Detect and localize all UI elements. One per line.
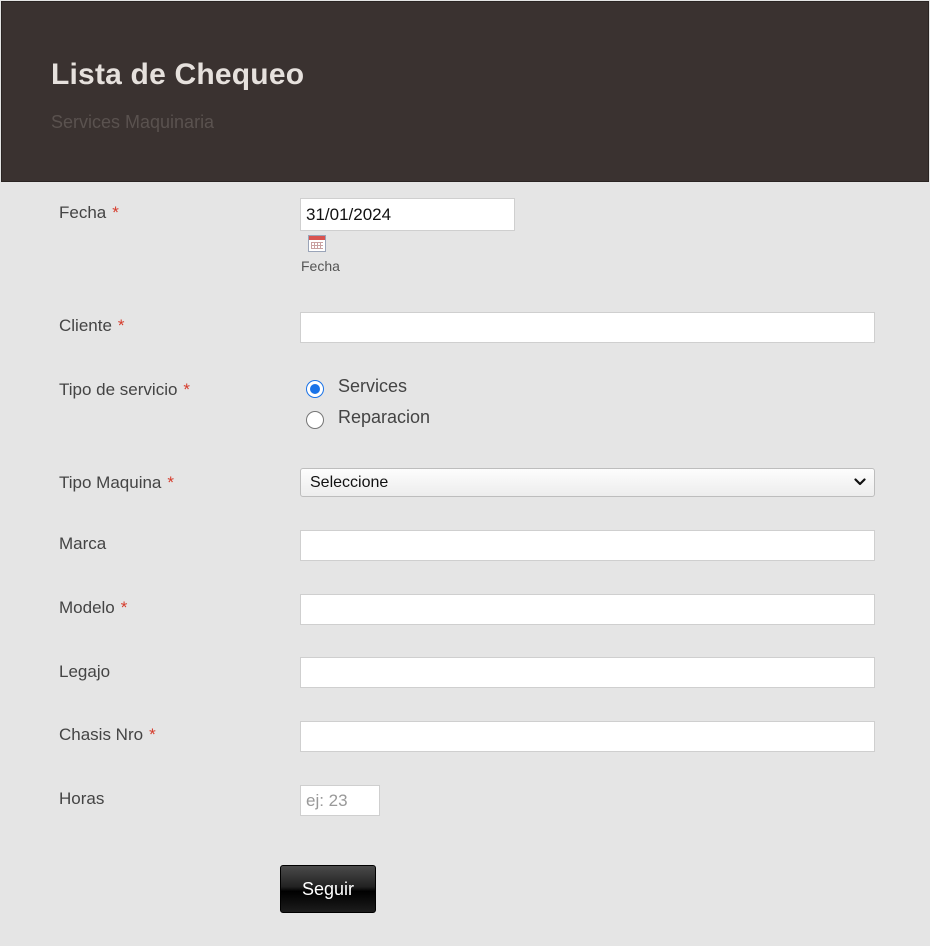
calendar-icon[interactable] bbox=[308, 235, 326, 252]
chasis-label-text: Chasis Nro bbox=[59, 725, 144, 744]
chevron-down-icon bbox=[854, 478, 866, 486]
tipo-servicio-label-text: Tipo de servicio bbox=[59, 380, 178, 399]
radio-services[interactable] bbox=[306, 380, 324, 398]
cliente-label-text: Cliente bbox=[59, 316, 112, 335]
required-mark: * bbox=[112, 203, 119, 222]
tipo-maquina-select[interactable]: Seleccione bbox=[300, 468, 875, 497]
required-mark: * bbox=[117, 316, 125, 335]
legajo-label-text: Legajo bbox=[59, 662, 111, 681]
fecha-input[interactable] bbox=[300, 198, 515, 231]
horas-input[interactable] bbox=[300, 785, 380, 816]
radio-reparacion-label[interactable]: Reparacion bbox=[338, 407, 430, 428]
tipo-maquina-selected-value: Seleccione bbox=[310, 474, 389, 491]
seguir-button[interactable]: Seguir bbox=[280, 865, 376, 913]
radio-reparacion[interactable] bbox=[306, 411, 324, 429]
cliente-label: Cliente * bbox=[59, 316, 125, 336]
required-mark: * bbox=[183, 380, 191, 399]
tipo-maquina-label: Tipo Maquina * bbox=[59, 473, 174, 493]
cliente-input[interactable] bbox=[300, 312, 875, 343]
chasis-label: Chasis Nro * bbox=[59, 725, 156, 745]
fecha-label: Fecha * bbox=[59, 203, 119, 223]
modelo-label: Modelo * bbox=[59, 598, 127, 618]
page-subtitle: Services Maquinaria bbox=[51, 112, 215, 132]
page-title: Lista de Chequeo bbox=[51, 58, 305, 91]
calendar-icon-header bbox=[309, 236, 325, 240]
radio-services-label[interactable]: Services bbox=[338, 376, 407, 397]
required-mark: * bbox=[120, 598, 128, 617]
modelo-input[interactable] bbox=[300, 594, 875, 625]
chasis-input[interactable] bbox=[300, 721, 875, 752]
legajo-label: Legajo bbox=[59, 662, 110, 682]
fecha-sublabel: Fecha bbox=[301, 258, 340, 274]
marca-label-text: Marca bbox=[59, 534, 107, 553]
tipo-maquina-label-text: Tipo Maquina bbox=[59, 473, 162, 492]
marca-input[interactable] bbox=[300, 530, 875, 561]
horas-label-text: Horas bbox=[59, 789, 105, 808]
calendar-icon-grid bbox=[311, 242, 323, 249]
horas-label: Horas bbox=[59, 789, 104, 809]
button-area bbox=[0, 835, 930, 946]
fecha-label-text: Fecha bbox=[59, 203, 107, 222]
form-header: Lista de Chequeo Services Maquinaria bbox=[1, 1, 929, 182]
tipo-servicio-label: Tipo de servicio * bbox=[59, 380, 190, 400]
required-mark: * bbox=[167, 473, 174, 492]
marca-label: Marca bbox=[59, 534, 106, 554]
required-mark: * bbox=[149, 725, 156, 744]
modelo-label-text: Modelo bbox=[59, 598, 115, 617]
legajo-input[interactable] bbox=[300, 657, 875, 688]
